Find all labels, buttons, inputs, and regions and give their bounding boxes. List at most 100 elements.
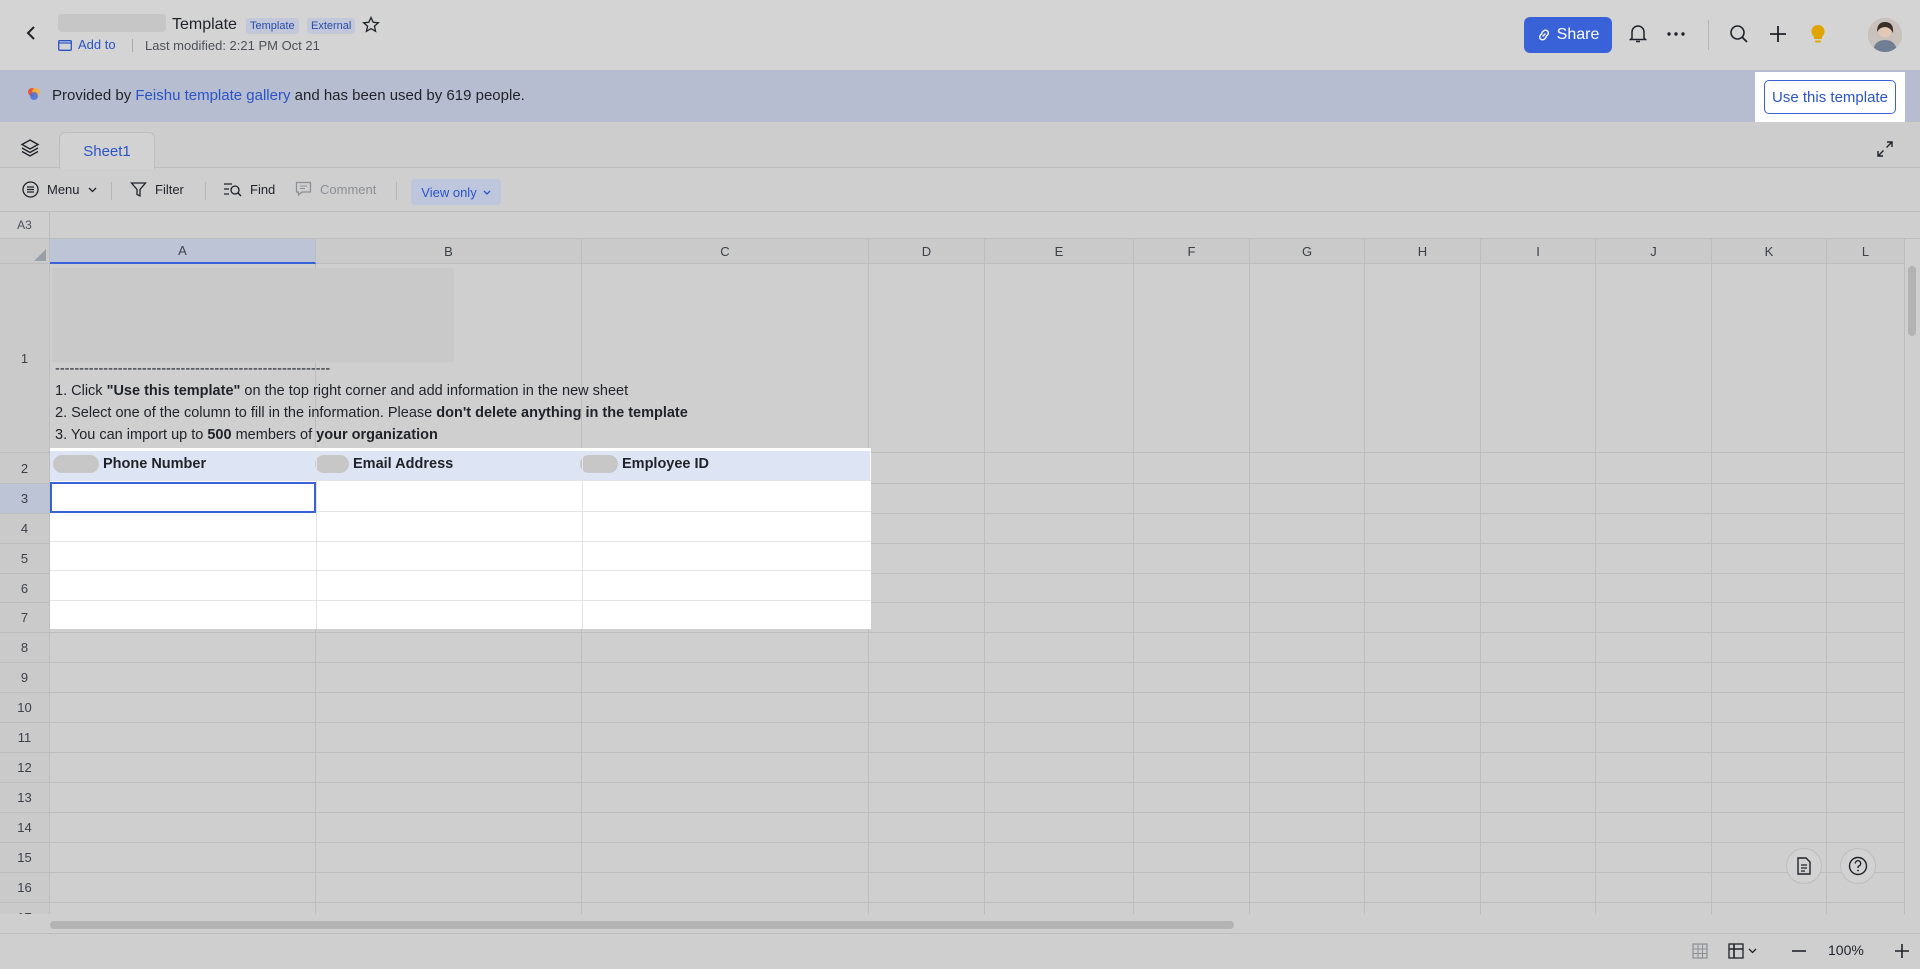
- row-header-7[interactable]: 7: [0, 603, 50, 633]
- view-only-label: View only: [421, 184, 477, 200]
- column-header-j[interactable]: J: [1596, 239, 1712, 264]
- grid-line: [1826, 264, 1827, 914]
- more-icon[interactable]: [1664, 22, 1688, 46]
- doc-icon[interactable]: [1786, 848, 1822, 884]
- filter-icon: [130, 182, 147, 198]
- row-header-14[interactable]: 14: [0, 813, 50, 843]
- phone-number-header[interactable]: Phone Number: [53, 455, 206, 473]
- grid-line: [50, 692, 1905, 693]
- avatar[interactable]: [1868, 18, 1902, 52]
- banner-text: Provided by Feishu template gallery and …: [52, 87, 525, 104]
- grid-icon[interactable]: [1689, 940, 1711, 962]
- plus-icon[interactable]: [1766, 22, 1790, 46]
- add-to-button[interactable]: Add to: [58, 37, 116, 52]
- column-header-e[interactable]: E: [985, 239, 1134, 264]
- vertical-scrollbar[interactable]: [1905, 264, 1920, 914]
- grid-line: [50, 632, 1905, 633]
- instruction-line-3: 3. You can import up to 500 members of y…: [55, 427, 438, 443]
- filter-button[interactable]: Filter: [130, 181, 184, 198]
- vertical-scroll-thumb[interactable]: [1908, 266, 1916, 336]
- instruction-line-1: 1. Click "Use this template" on the top …: [55, 383, 629, 399]
- active-cell-a3[interactable]: [50, 482, 316, 513]
- grid-line: [582, 451, 583, 629]
- column-header-k[interactable]: K: [1712, 239, 1827, 264]
- use-template-button[interactable]: Use this template: [1764, 80, 1896, 114]
- grid-line: [1595, 264, 1596, 914]
- column-header-a[interactable]: A: [50, 239, 316, 264]
- share-button[interactable]: Share: [1524, 17, 1612, 53]
- row-header-9[interactable]: 9: [0, 663, 50, 693]
- divider: [111, 182, 112, 200]
- column-header-l[interactable]: L: [1827, 239, 1905, 264]
- back-arrow-icon[interactable]: [20, 22, 42, 44]
- grid-line: [50, 662, 1905, 663]
- bulb-icon[interactable]: [1806, 22, 1830, 46]
- row-header-17[interactable]: 17: [0, 903, 50, 914]
- doc-title[interactable]: Template: [172, 16, 237, 34]
- banner-suffix: and has been used by 619 people.: [290, 87, 525, 104]
- divider: [1708, 20, 1709, 50]
- row-header-10[interactable]: 10: [0, 693, 50, 723]
- minus-icon[interactable]: [1788, 940, 1810, 962]
- layers-icon[interactable]: [20, 138, 40, 158]
- chevron-down-icon: [88, 187, 96, 192]
- banner-prefix: Provided by: [52, 87, 136, 104]
- chevron-down-icon: [483, 190, 491, 195]
- external-tag: External: [307, 18, 356, 34]
- divider: [205, 182, 206, 200]
- row-header-4[interactable]: 4: [0, 514, 50, 544]
- row-header-2[interactable]: 2: [0, 453, 50, 484]
- column-header-h[interactable]: H: [1365, 239, 1481, 264]
- row-header-8[interactable]: 8: [0, 633, 50, 663]
- find-button[interactable]: Find: [223, 181, 275, 198]
- column-header-f[interactable]: F: [1134, 239, 1250, 264]
- employee-id-header[interactable]: Employee ID: [580, 455, 709, 473]
- template-banner: Provided by Feishu template gallery and …: [0, 70, 1920, 122]
- grid-line: [50, 842, 1905, 843]
- add-to-label: Add to: [78, 37, 116, 52]
- grid-line: [50, 812, 1905, 813]
- formula-bar[interactable]: [0, 211, 1920, 239]
- column-header-i[interactable]: I: [1481, 239, 1596, 264]
- find-icon: [224, 183, 242, 197]
- select-all-corner[interactable]: [0, 239, 50, 264]
- view-only-dropdown[interactable]: View only: [411, 179, 501, 205]
- comment-label: Comment: [320, 181, 377, 197]
- row-header-5[interactable]: 5: [0, 544, 50, 574]
- row-header-16[interactable]: 16: [0, 873, 50, 903]
- tab-sheet1[interactable]: Sheet1: [59, 132, 155, 169]
- zoom-level[interactable]: 100%: [1828, 942, 1864, 958]
- row-header-12[interactable]: 12: [0, 753, 50, 783]
- divider: [396, 182, 397, 200]
- column-header-b[interactable]: B: [316, 239, 582, 264]
- menu-button[interactable]: Menu: [22, 181, 97, 198]
- grid-line: [1480, 264, 1481, 914]
- find-label: Find: [250, 182, 276, 197]
- plus-icon[interactable]: [1891, 940, 1913, 962]
- column-header-d[interactable]: D: [869, 239, 985, 264]
- template-gallery-link[interactable]: Feishu template gallery: [135, 87, 290, 104]
- filter-label: Filter: [155, 182, 184, 197]
- row-header-3[interactable]: 3: [0, 484, 50, 514]
- instruction-line-2: 2. Select one of the column to fill in t…: [55, 405, 688, 421]
- comment-button[interactable]: Comment: [295, 181, 376, 197]
- feishu-logo-icon: [26, 86, 42, 102]
- column-header-c[interactable]: C: [582, 239, 869, 264]
- row-header-1[interactable]: 1: [0, 264, 50, 453]
- search-icon[interactable]: [1727, 22, 1751, 46]
- row-header-13[interactable]: 13: [0, 783, 50, 813]
- column-header-g[interactable]: G: [1250, 239, 1365, 264]
- expand-icon[interactable]: [1876, 140, 1896, 160]
- star-icon[interactable]: [362, 15, 382, 36]
- freeze-icon[interactable]: [1726, 940, 1762, 962]
- share-label: Share: [1556, 26, 1600, 43]
- email-address-header[interactable]: Email Address: [315, 455, 453, 473]
- row-header-15[interactable]: 15: [0, 843, 50, 873]
- row-header-6[interactable]: 6: [0, 574, 50, 603]
- bell-icon[interactable]: [1626, 22, 1650, 46]
- row-header-11[interactable]: 11: [0, 723, 50, 753]
- help-icon[interactable]: [1840, 848, 1876, 884]
- grid-line: [50, 722, 1905, 723]
- horizontal-scroll-thumb[interactable]: [50, 921, 1234, 929]
- cell-reference: A3: [0, 211, 50, 239]
